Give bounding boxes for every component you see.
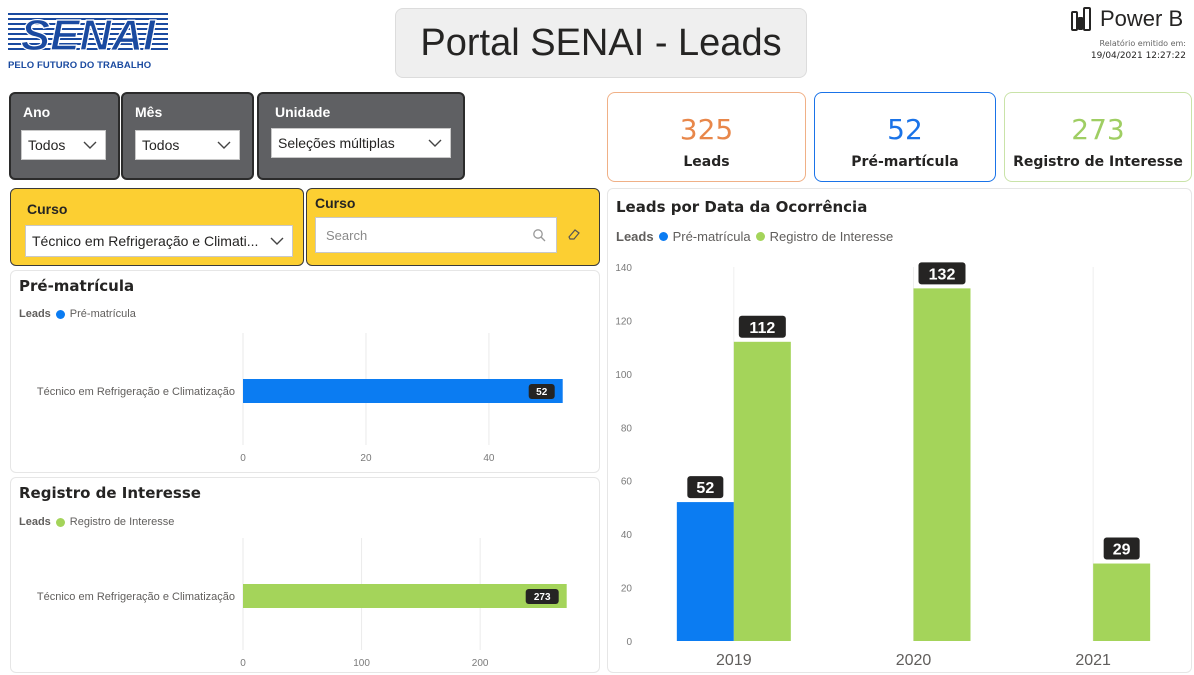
kpi-registro-value: 273 (1071, 113, 1125, 146)
senai-logo: SENAI PELO FUTURO DO TRABALHO (8, 10, 168, 74)
y-tick-label: 140 (615, 263, 632, 274)
slicer-curso-search: Curso Search (306, 188, 600, 266)
slicer-ano-value: Todos (28, 137, 66, 153)
chevron-down-icon (428, 139, 442, 147)
report-note: Relatório emitido em: (1099, 39, 1186, 48)
slicer-mes-value: Todos (142, 137, 180, 153)
chart-leads-por-data: 0 20 40 60 80 100 120 140 2019 52 112 2020 132 2021 29 (615, 262, 1151, 669)
chevron-down-icon (217, 141, 231, 149)
page-title: Portal SENAI - Leads (420, 21, 782, 64)
data-label: 52 (536, 387, 548, 398)
kpi-pre-matricula-value: 52 (887, 113, 923, 146)
slicer-mes: Mês Todos (121, 92, 254, 180)
y-tick-label: 80 (621, 423, 633, 434)
chart-pre-matricula: 0 20 40 Técnico em Refrigeração e Climatiza… (37, 333, 563, 464)
category-label: Técnico em Refrigeração e Climatização (37, 591, 235, 603)
x-tick-label: 2020 (896, 652, 932, 669)
curso-search-placeholder: Search (326, 227, 368, 243)
curso-search-input[interactable]: Search (315, 217, 557, 253)
data-label: 52 (696, 480, 714, 497)
kpi-card-pre-matricula: 52 Pré-martícula (814, 92, 996, 182)
legend-series-name: Pré-matrícula (672, 229, 751, 244)
x-tick-label: 0 (240, 453, 246, 464)
data-label: 112 (749, 320, 775, 337)
slicer-mes-label: Mês (135, 104, 163, 120)
kpi-card-registro: 273 Registro de Interesse (1004, 92, 1192, 182)
powerbi-label: Power B (1100, 6, 1184, 31)
y-tick-label: 60 (621, 477, 633, 488)
logo-tagline: PELO FUTURO DO TRABALHO (8, 60, 152, 71)
curso-dropdown-value: Técnico em Refrigeração e Climati... (32, 233, 259, 249)
y-tick-label: 120 (615, 316, 632, 327)
slicer-curso-label: Curso (27, 201, 68, 217)
slicer-ano-label: Ano (23, 104, 51, 120)
slicer-ano-dropdown[interactable]: Todos (21, 130, 106, 160)
powerbi-icon (1071, 7, 1091, 31)
y-tick-label: 20 (621, 584, 633, 595)
chart-title: Leads por Data da Ocorrência (616, 198, 868, 216)
legend-series-name: Pré-matrícula (69, 308, 136, 320)
eraser-icon[interactable] (567, 227, 581, 241)
legend-dot (55, 309, 65, 319)
data-label: 29 (1113, 542, 1131, 559)
chevron-down-icon (83, 141, 97, 149)
x-tick-label: 20 (360, 453, 372, 464)
data-label: 132 (929, 266, 956, 283)
chart-title: Registro de Interesse (19, 484, 201, 502)
panel-registro: Registro de Interesse Leads Registro de … (10, 477, 600, 673)
page-title-box: Portal SENAI - Leads (395, 8, 807, 78)
bar (913, 288, 971, 641)
legend-dot (658, 232, 668, 241)
y-tick-label: 100 (615, 370, 632, 381)
search-icon (533, 229, 546, 242)
category-label: Técnico em Refrigeração e Climatização (37, 386, 235, 398)
legend-title: Leads (616, 229, 654, 244)
kpi-pre-matricula-label: Pré-martícula (851, 154, 959, 170)
slicer-curso-dropdown: Curso Técnico em Refrigeração e Climati.… (10, 188, 304, 266)
legend-series-name: Registro de Interesse (769, 229, 894, 244)
x-tick-label: 200 (472, 658, 489, 669)
x-tick-label: 2021 (1075, 652, 1111, 669)
powerbi-header: Power B Relatório emitido em: 19/04/2021… (1070, 6, 1194, 76)
curso-dropdown[interactable]: Técnico em Refrigeração e Climati... (25, 225, 293, 257)
senai-logo-wordmark: SENAI (8, 10, 168, 56)
bar (243, 379, 563, 403)
x-tick-label: 100 (353, 658, 370, 669)
data-label: 273 (534, 592, 551, 603)
kpi-leads-label: Leads (683, 154, 730, 170)
chart-legend: Leads Pré-matrícula (19, 308, 136, 320)
chevron-down-icon (270, 237, 284, 245)
slicer-unidade: Unidade Seleções múltiplas (257, 92, 465, 180)
slicer-unidade-label: Unidade (275, 104, 331, 120)
chart-registro: 0 100 200 Técnico em Refrigeração e Climati… (37, 538, 567, 669)
legend-title: Leads (19, 308, 51, 320)
svg-text:SENAI: SENAI (21, 11, 156, 56)
slicer-mes-dropdown[interactable]: Todos (135, 130, 240, 160)
bar (1093, 563, 1151, 641)
x-tick-label: 40 (483, 453, 495, 464)
slicer-curso-search-label: Curso (315, 195, 356, 211)
report-date: 19/04/2021 12:27:22 (1090, 51, 1186, 61)
kpi-registro-label: Registro de Interesse (1013, 154, 1183, 170)
legend-dot (755, 232, 765, 241)
bar (733, 341, 791, 641)
y-tick-label: 0 (626, 637, 632, 648)
panel-leads-por-data: Leads por Data da Ocorrência Leads Pré-m… (607, 188, 1192, 673)
kpi-leads-value: 325 (679, 113, 734, 146)
panel-pre-matricula: Pré-matrícula Leads Pré-matrícula 0 20 40 T… (10, 270, 600, 473)
y-tick-label: 40 (621, 530, 633, 541)
x-tick-label: 2019 (716, 652, 752, 669)
bar (676, 502, 734, 641)
x-tick-label: 0 (240, 658, 246, 669)
bar (243, 584, 567, 608)
slicer-unidade-dropdown[interactable]: Seleções múltiplas (271, 128, 451, 158)
chart-title: Pré-matrícula (19, 277, 135, 295)
slicer-ano: Ano Todos (9, 92, 120, 180)
chart-legend: Leads Pré-matrícula Registro de Interess… (616, 229, 893, 244)
slicer-unidade-value: Seleções múltiplas (278, 135, 395, 151)
kpi-card-leads: 325 Leads (607, 92, 806, 182)
